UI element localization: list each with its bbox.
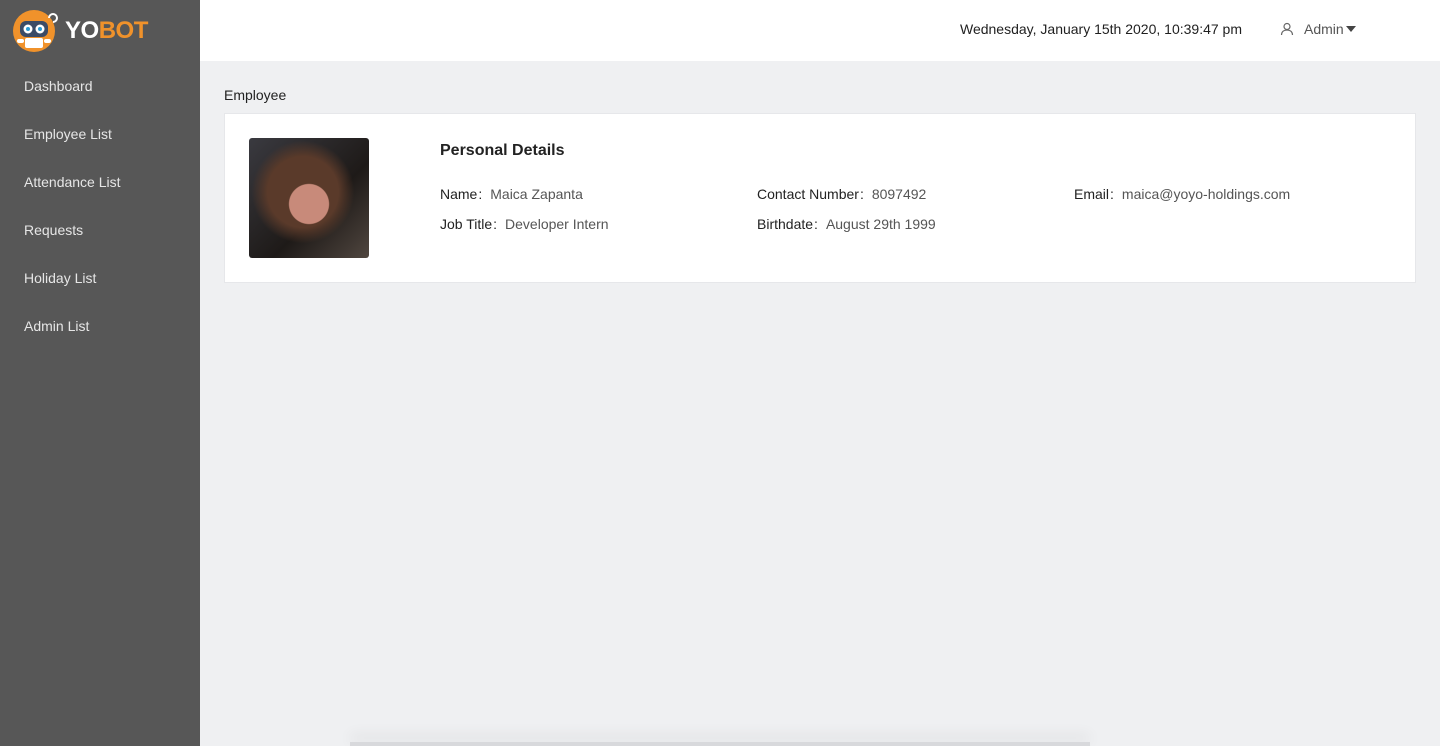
brand-name-part1: YO bbox=[65, 17, 99, 44]
email-label: Email bbox=[1074, 186, 1110, 202]
employee-details-card: Personal Details Name: Maica Zapanta Job … bbox=[224, 113, 1416, 283]
contact-number-value: 8097492 bbox=[871, 186, 927, 202]
job-title-value: Developer Intern bbox=[505, 216, 609, 232]
brand-name: YOBOT bbox=[65, 17, 148, 45]
email-value: maica@yoyo-holdings.com bbox=[1121, 186, 1291, 202]
sidebar-item-holiday-list[interactable]: Holiday List bbox=[0, 254, 200, 302]
birthdate-field: Birthdate: August 29th 1999 bbox=[757, 216, 936, 232]
top-bar: Wednesday, January 15th 2020, 10:39:47 p… bbox=[200, 0, 1440, 61]
birthdate-value: August 29th 1999 bbox=[825, 216, 936, 232]
personal-details-heading: Personal Details bbox=[440, 142, 565, 159]
contact-number-field: Contact Number: 8097492 bbox=[757, 186, 927, 202]
name-field: Name: Maica Zapanta bbox=[440, 186, 583, 202]
page-title: Employee bbox=[224, 87, 287, 103]
contact-number-label: Contact Number bbox=[757, 186, 859, 202]
caret-down-icon bbox=[1345, 26, 1356, 32]
sidebar-item-employee-list[interactable]: Employee List bbox=[0, 110, 200, 158]
robot-logo-icon bbox=[11, 10, 59, 52]
job-title-field: Job Title: Developer Intern bbox=[440, 216, 609, 232]
name-value: Maica Zapanta bbox=[490, 186, 583, 202]
email-field: Email: maica@yoyo-holdings.com bbox=[1074, 186, 1291, 202]
user-menu-label: Admin bbox=[1304, 21, 1344, 37]
sidebar-item-requests[interactable]: Requests bbox=[0, 206, 200, 254]
sidebar-nav: Dashboard Employee List Attendance List … bbox=[0, 62, 200, 350]
name-label: Name bbox=[440, 186, 478, 202]
birthdate-label: Birthdate bbox=[757, 216, 814, 232]
current-datetime: Wednesday, January 15th 2020, 10:39:47 p… bbox=[959, 21, 1242, 37]
logo[interactable]: YOBOT bbox=[0, 0, 200, 62]
sidebar-item-admin-list[interactable]: Admin List bbox=[0, 302, 200, 350]
job-title-label: Job Title bbox=[440, 216, 493, 232]
sidebar-item-attendance-list[interactable]: Attendance List bbox=[0, 158, 200, 206]
sidebar: YOBOT Dashboard Employee List Attendance… bbox=[0, 0, 200, 746]
brand-name-part2: BOT bbox=[98, 17, 149, 44]
bottom-overlay-edge bbox=[350, 742, 1090, 746]
sidebar-item-dashboard[interactable]: Dashboard bbox=[0, 62, 200, 110]
user-icon bbox=[1280, 22, 1294, 36]
user-menu-dropdown[interactable]: Admin bbox=[1280, 0, 1356, 58]
employee-photo bbox=[249, 138, 369, 258]
